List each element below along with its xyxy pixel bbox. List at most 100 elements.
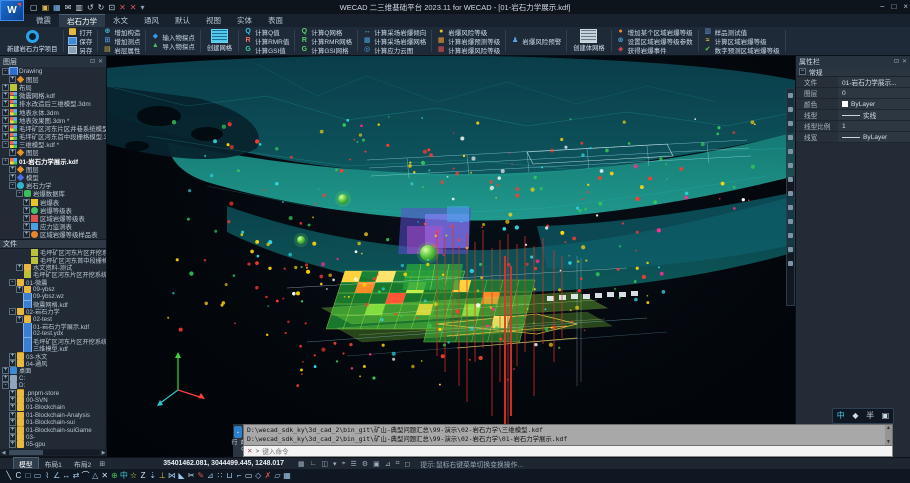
- viewport-nav-widget[interactable]: 中◆半▣: [832, 408, 894, 424]
- ribbon-button-岩层属性[interactable]: ▤岩层属性: [103, 46, 140, 55]
- ribbon-button-另存[interactable]: 另存: [69, 46, 92, 55]
- expand-icon[interactable]: +: [9, 353, 16, 360]
- draw-tool-icon-1[interactable]: C: [14, 470, 24, 482]
- cancel-icon[interactable]: ✕: [247, 447, 252, 455]
- expand-icon[interactable]: +: [9, 76, 16, 83]
- viewport-tool-icon-0[interactable]: [788, 93, 793, 98]
- expand-icon[interactable]: +: [2, 92, 9, 99]
- tree-item[interactable]: +01-Blockchain-sui: [0, 419, 106, 426]
- expand-icon[interactable]: +: [9, 174, 16, 181]
- ribbon-button-创建体网格[interactable]: 创建体网格: [568, 28, 609, 54]
- ribbon-button-计算应力云图[interactable]: ◎计算应力云图: [363, 46, 426, 55]
- left-panel-hscrollbar[interactable]: ◀ ▶: [0, 449, 107, 456]
- viewport-tool-icon-7[interactable]: [788, 191, 793, 196]
- status-icon-4[interactable]: ⌖: [342, 460, 346, 468]
- tree-item[interactable]: 三维模型.kdf: [0, 345, 106, 352]
- maximize-button[interactable]: □: [891, 0, 896, 13]
- tree-item[interactable]: 微震网格.kdf: [0, 301, 106, 308]
- expand-icon[interactable]: +: [23, 199, 30, 206]
- draw-tool-icon-13[interactable]: ☆: [129, 470, 139, 482]
- collapse-icon[interactable]: −: [799, 68, 806, 75]
- mail-icon[interactable]: ✉: [65, 1, 72, 14]
- draw-tool-icon-3[interactable]: ▭: [33, 470, 43, 482]
- undo-icon[interactable]: ↺: [87, 1, 94, 14]
- tree-item[interactable]: +01-Blockchain: [0, 404, 106, 411]
- property-value[interactable]: ByLayer: [838, 132, 910, 142]
- collapse-icon[interactable]: -: [2, 141, 9, 148]
- nav-widget-icon-2[interactable]: 半: [866, 409, 874, 423]
- expand-icon[interactable]: +: [9, 397, 16, 404]
- save-icon[interactable]: ▦: [53, 1, 61, 14]
- draw-tool-icon-20[interactable]: ✎: [196, 470, 206, 482]
- tree-item[interactable]: 毛坪矿区河东片区开挖系统模型: [0, 271, 106, 278]
- panel-pin-icon[interactable]: ⊡: [894, 58, 899, 65]
- print-icon[interactable]: ▥: [75, 1, 83, 14]
- viewport-tool-icon-10[interactable]: [788, 233, 793, 238]
- ribbon-button-导入物探点[interactable]: ▲导入物探点: [151, 41, 195, 50]
- status-icon-6[interactable]: ⚙: [362, 460, 368, 468]
- tree-item[interactable]: 毛坪矿区河东片区开挖系统模...: [0, 338, 106, 345]
- layout-tab-模型[interactable]: 模型: [14, 458, 38, 470]
- tree-item[interactable]: -岩爆数据库: [0, 190, 106, 198]
- collapse-icon[interactable]: -: [2, 382, 9, 389]
- tree-item[interactable]: -01-微震: [0, 279, 106, 286]
- menu-tab-默认[interactable]: 默认: [167, 14, 198, 27]
- ribbon-button-岩爆风险预警[interactable]: ♟岩爆风险预警: [511, 37, 561, 46]
- expand-icon[interactable]: +: [2, 84, 9, 91]
- tree-item[interactable]: -岩石力学: [0, 182, 106, 190]
- menu-tab-视图[interactable]: 视图: [198, 14, 229, 27]
- expand-icon[interactable]: +: [2, 367, 9, 374]
- close-button[interactable]: ×: [903, 0, 908, 13]
- collapse-icon[interactable]: -: [9, 279, 16, 286]
- ribbon-button-新建岩石力学项目[interactable]: 新建岩石力学项目: [2, 28, 62, 54]
- viewport-tool-icon-4[interactable]: [788, 149, 793, 154]
- command-panel-tab[interactable]: ⌄ 命令行: [233, 424, 243, 457]
- viewport-tool-icon-8[interactable]: [788, 205, 793, 210]
- nav-widget-icon-1[interactable]: ◆: [852, 409, 858, 423]
- command-input[interactable]: ✕ > 键入命令: [243, 446, 893, 457]
- tree-item[interactable]: 02-test.ydx: [0, 330, 106, 337]
- expand-icon[interactable]: +: [9, 360, 16, 367]
- draw-tool-icon-25[interactable]: ▭: [244, 470, 254, 482]
- tree-item[interactable]: +毛坪矿区河东片区井巷系统模型.3d: [0, 124, 106, 132]
- tree-item[interactable]: +05-gpu: [0, 441, 106, 448]
- menu-tab-实体[interactable]: 实体: [229, 14, 260, 27]
- property-value[interactable]: 实线: [838, 110, 910, 120]
- tree-item[interactable]: +地表效果图.3dm *: [0, 116, 106, 124]
- property-value[interactable]: 1: [838, 121, 910, 131]
- property-value[interactable]: 01-岩石力学展示...: [838, 77, 910, 87]
- tree-item[interactable]: -Drawing: [0, 67, 106, 75]
- expand-icon[interactable]: +: [2, 133, 9, 140]
- draw-tool-icon-26[interactable]: ◇: [253, 470, 263, 482]
- draw-tool-icon-11[interactable]: ⊕: [110, 470, 120, 482]
- tree-item[interactable]: -01-岩石力学展示.kdf: [0, 157, 106, 165]
- draw-tool-icon-23[interactable]: ⊔: [225, 470, 235, 482]
- expand-icon[interactable]: +: [2, 125, 9, 132]
- tree-item[interactable]: -D:: [0, 382, 106, 389]
- nav-widget-icon-0[interactable]: 中: [837, 409, 845, 423]
- expand-icon[interactable]: +: [9, 427, 16, 434]
- command-history[interactable]: D:\wecad_sdk_ky\3d_cad_2\bin_git\矿山-典型问题…: [243, 424, 893, 446]
- viewport-tool-icon-3[interactable]: [788, 135, 793, 140]
- expand-icon[interactable]: +: [9, 149, 16, 156]
- menu-tab-岩石力学[interactable]: 岩石力学: [59, 14, 105, 27]
- menu-tab-微震[interactable]: 微震: [28, 14, 59, 27]
- tree-item[interactable]: +01-Blockchain-Analysis: [0, 412, 106, 419]
- add-layout-icon[interactable]: ⊞: [99, 460, 105, 468]
- expand-icon[interactable]: +: [9, 441, 16, 448]
- draw-tool-icon-10[interactable]: ✕: [100, 470, 110, 482]
- tree-item[interactable]: +微震网格.kdf: [0, 92, 106, 100]
- expand-icon[interactable]: +: [9, 166, 16, 173]
- tree-item[interactable]: +排水改造后三维模型.3dm: [0, 100, 106, 108]
- tree-item[interactable]: +地表水体.3dm: [0, 108, 106, 116]
- scroll-right-icon[interactable]: ▶: [100, 450, 107, 456]
- status-icon-1[interactable]: ∟: [310, 460, 317, 468]
- menu-tab-通风[interactable]: 通风: [136, 14, 167, 27]
- expand-icon[interactable]: +: [9, 419, 16, 426]
- draw-tool-icon-6[interactable]: ↔: [62, 470, 72, 482]
- expand-icon[interactable]: +: [9, 390, 16, 397]
- tree-item[interactable]: +桌面: [0, 367, 106, 374]
- tree-item[interactable]: +区域岩爆等级表: [0, 214, 106, 222]
- layout-tab-布局1[interactable]: 布局1: [40, 458, 67, 470]
- status-icon-0[interactable]: ▦: [298, 460, 305, 468]
